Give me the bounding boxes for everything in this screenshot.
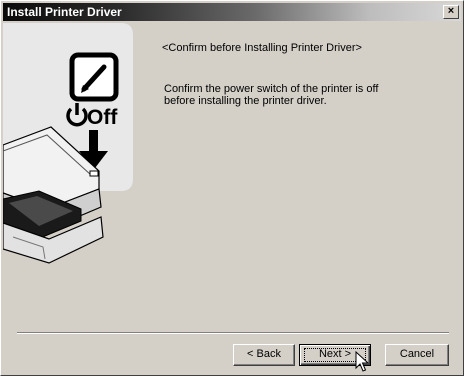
mouse-pointer-icon <box>355 351 369 372</box>
off-label: Off <box>87 106 118 129</box>
instruction-line-1: Confirm the power switch of the printer … <box>164 83 379 95</box>
instruction-line-2: before installing the printer driver. <box>164 95 327 107</box>
cancel-button[interactable]: Cancel <box>385 344 449 366</box>
back-button[interactable]: < Back <box>233 344 295 366</box>
instruction-text: Confirm the power switch of the printer … <box>164 83 424 107</box>
close-icon: × <box>447 5 455 17</box>
title-bar[interactable]: Install Printer Driver × <box>3 3 461 21</box>
button-separator <box>17 332 449 334</box>
printer-power-off-illustration: Off <box>3 23 133 264</box>
window-title: Install Printer Driver <box>7 5 122 19</box>
confirm-heading: <Confirm before Installing Printer Drive… <box>162 42 362 54</box>
note-icon <box>69 52 119 102</box>
next-button-label: Next > <box>318 348 352 360</box>
close-button[interactable]: × <box>443 5 459 19</box>
install-printer-driver-dialog: Install Printer Driver × Off <Confirm be… <box>0 0 464 376</box>
